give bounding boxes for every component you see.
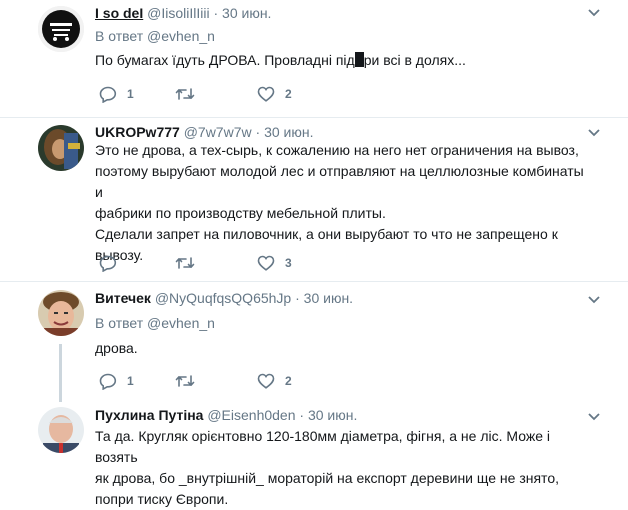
reply-to[interactable]: В ответ @evhen_n — [95, 315, 215, 331]
timestamp[interactable]: 30 июн. — [304, 290, 353, 306]
like-count: 2 — [285, 374, 292, 388]
display-name[interactable]: UKROPw777 — [95, 124, 180, 140]
retweet-icon — [175, 375, 195, 387]
heart-icon — [257, 86, 275, 102]
reply-button[interactable]: 1 — [99, 371, 134, 391]
separator-dot: · — [299, 407, 305, 423]
reply-to[interactable]: В ответ @evhen_n — [95, 28, 215, 44]
retweet-button[interactable] — [175, 253, 205, 273]
reply-button[interactable] — [99, 253, 127, 273]
avatar[interactable] — [38, 6, 84, 52]
user-handle[interactable]: @NyQuqfqsQQ65hJp — [155, 290, 291, 306]
chevron-down-icon[interactable] — [588, 126, 600, 140]
reply-count: 1 — [127, 374, 134, 388]
timestamp[interactable]: 30 июн. — [222, 5, 271, 21]
chevron-down-icon[interactable] — [588, 293, 600, 307]
display-name[interactable]: Пухлина Путіна — [95, 407, 203, 423]
thread-line — [59, 344, 62, 402]
like-button[interactable]: 2 — [257, 371, 292, 391]
timestamp[interactable]: 30 июн. — [264, 124, 313, 140]
tweet-text: По бумагах їдуть ДРОВА. Провладні під ри … — [95, 50, 595, 71]
tweet-4: Пухлина Путіна @Eisenh0den · 30 июн. Та … — [0, 402, 628, 507]
reply-button[interactable]: 1 — [99, 84, 134, 104]
avatar-image-icon — [38, 290, 84, 336]
tweet-3: Витечек @NyQuqfqsQQ65hJp · 30 июн. В отв… — [0, 282, 628, 402]
tweet-text-line: Та да. Кругляк орієнтовно 120-180мм діам… — [95, 428, 550, 465]
avatar[interactable] — [38, 125, 84, 171]
reply-icon — [99, 373, 117, 390]
retweet-button[interactable] — [175, 84, 205, 104]
tweet-2: UKROPw777 @7w7w7w · 30 июн. Это не дрова… — [0, 118, 628, 281]
user-handle[interactable]: @IisoliIlIiii — [147, 5, 209, 21]
avatar-image-icon — [38, 6, 84, 52]
avatar-image-icon — [38, 407, 84, 453]
redaction-block — [354, 52, 364, 67]
tweet-text: Это не дрова, а тех-сырь, к сожалению на… — [95, 140, 595, 266]
like-count: 3 — [285, 256, 292, 270]
tweet-text-line: як дрова, бо _внутрішній_ мораторій на е… — [95, 470, 559, 486]
timestamp[interactable]: 30 июн. — [308, 407, 357, 423]
display-name[interactable]: Витечек — [95, 290, 151, 306]
tweet-actions: 1 2 — [95, 84, 325, 104]
like-button[interactable]: 2 — [257, 84, 292, 104]
tweet-text-line: Сделали запрет на пиловочник, а они выру… — [95, 226, 558, 242]
avatar-image-icon — [38, 125, 84, 171]
tweet-text-part: ри всі в долях... — [363, 52, 466, 68]
tweet-text: Та да. Кругляк орієнтовно 120-180мм діам… — [95, 426, 595, 510]
chevron-down-icon[interactable] — [588, 410, 600, 424]
tweet-header: Пухлина Путіна @Eisenh0den · 30 июн. — [95, 407, 357, 423]
tweet-1: I so deI @IisoliIlIiii · 30 июн. В ответ… — [0, 0, 628, 118]
reply-icon — [99, 255, 117, 272]
reply-icon — [99, 86, 117, 103]
tweet-header: UKROPw777 @7w7w7w · 30 июн. — [95, 124, 313, 140]
retweet-button[interactable] — [175, 371, 205, 391]
tweet-header: Витечек @NyQuqfqsQQ65hJp · 30 июн. — [95, 290, 353, 306]
separator-dot: · — [255, 124, 261, 140]
user-handle[interactable]: @7w7w7w — [184, 124, 252, 140]
heart-icon — [257, 255, 275, 271]
tweet-actions: 3 — [95, 253, 325, 273]
separator-dot: · — [295, 290, 300, 306]
tweet-text-line: поэтому вырубают молодой лес и отправляю… — [95, 163, 584, 200]
user-handle[interactable]: @Eisenh0den — [207, 407, 295, 423]
retweet-icon — [175, 257, 195, 269]
avatar[interactable] — [38, 407, 84, 453]
display-name[interactable]: I so deI — [95, 5, 143, 21]
retweet-icon — [175, 88, 195, 100]
heart-icon — [257, 373, 275, 389]
like-button[interactable]: 3 — [257, 253, 292, 273]
tweet-actions: 1 2 — [95, 371, 325, 391]
avatar[interactable] — [38, 290, 84, 336]
tweet-text-part: По бумагах їдуть ДРОВА. Провладні під — [95, 52, 355, 68]
reply-count: 1 — [127, 87, 134, 101]
tweet-text-line: фабрики по производству мебельной плиты. — [95, 205, 386, 221]
like-count: 2 — [285, 87, 292, 101]
tweet-text-line: Это не дрова, а тех-сырь, к сожалению на… — [95, 142, 579, 158]
chevron-down-icon[interactable] — [588, 6, 600, 20]
separator-dot: · — [213, 5, 219, 21]
tweet-text-line: дрова. — [95, 340, 138, 356]
tweet-text: дрова. — [95, 338, 595, 359]
tweet-header: I so deI @IisoliIlIiii · 30 июн. — [95, 5, 271, 21]
tweet-text-line: попри тиску Європи. — [95, 491, 229, 507]
